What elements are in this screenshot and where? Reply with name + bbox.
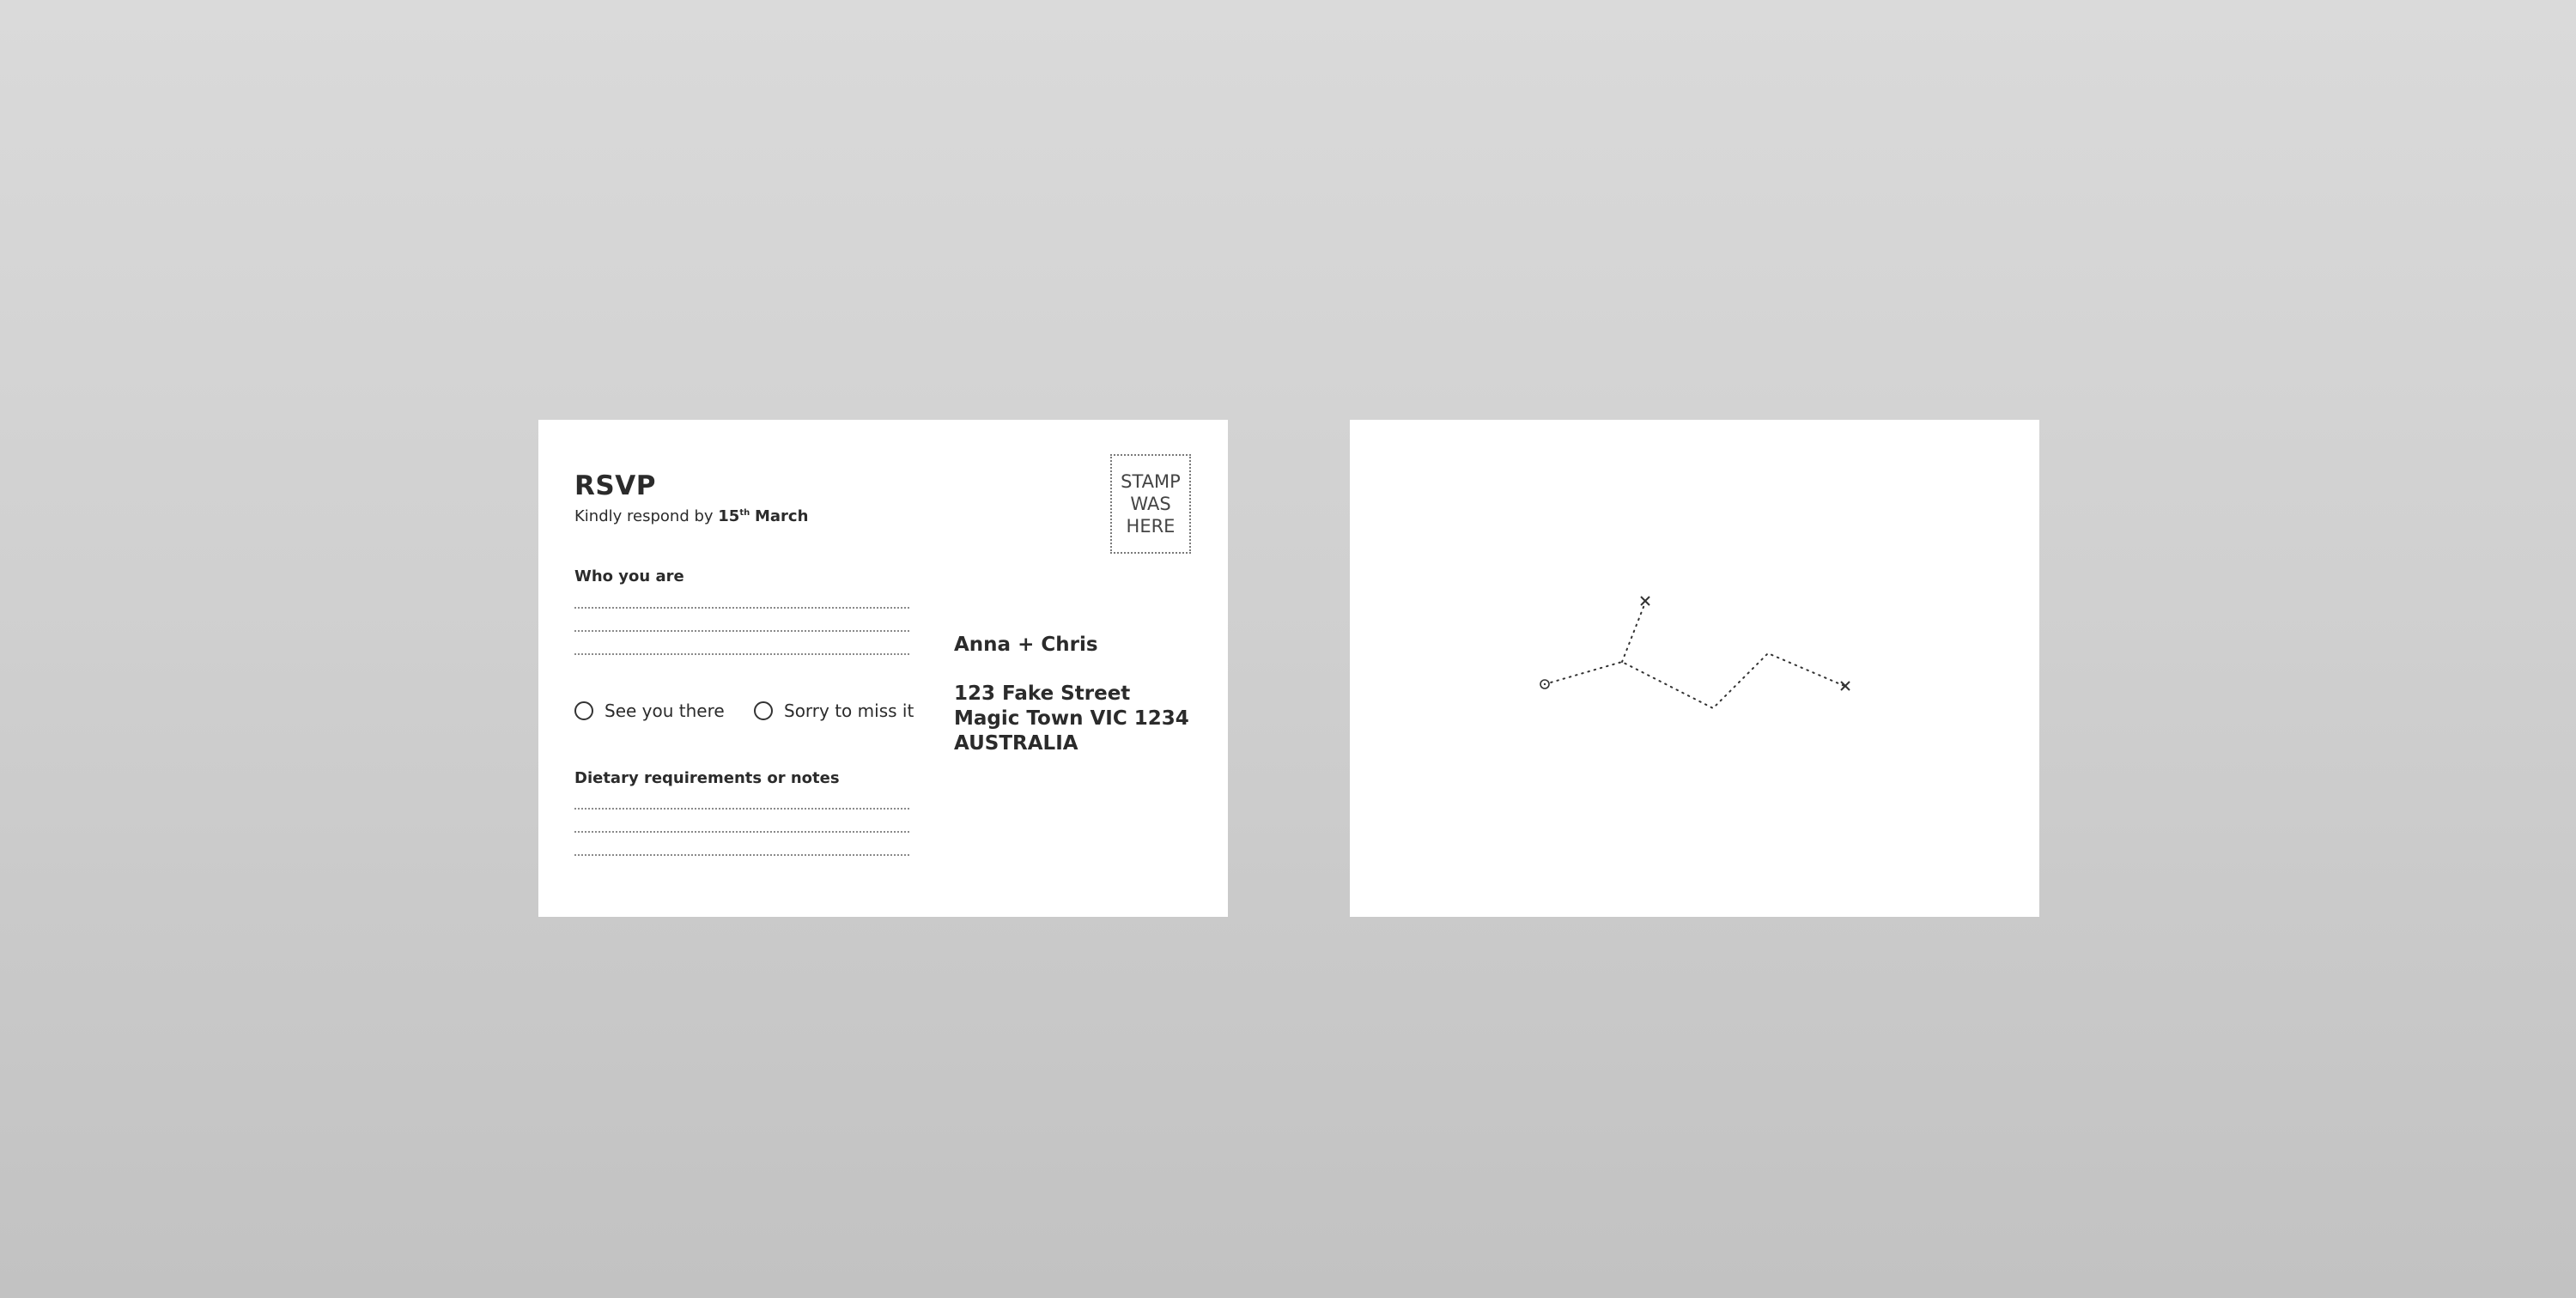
- route-path-branch: [1621, 602, 1646, 663]
- stamp-line-3: HERE: [1126, 516, 1176, 537]
- rsvp-title: RSVP: [574, 470, 656, 501]
- rsvp-card-front: RSVP Kindly respond by 15th March STAMP …: [538, 420, 1228, 917]
- respond-by-date-day: 15: [718, 507, 740, 525]
- respond-by-text: Kindly respond by 15th March: [574, 509, 808, 525]
- dietary-label: Dietary requirements or notes: [574, 769, 840, 787]
- dietary-line-1[interactable]: [574, 808, 909, 810]
- recipient-name: Anna + Chris: [954, 634, 1098, 656]
- stamp-box: STAMP WAS HERE: [1110, 454, 1191, 554]
- respond-by-date-month: March: [754, 507, 809, 525]
- route-map: [1540, 596, 1850, 710]
- attend-no-radio[interactable]: [754, 701, 773, 720]
- stamp-line-2: WAS: [1130, 494, 1171, 514]
- attend-no-option[interactable]: Sorry to miss it: [754, 701, 914, 720]
- attend-no-label: Sorry to miss it: [784, 701, 914, 721]
- address-country: AUSTRALIA: [954, 732, 1078, 755]
- respond-by-prefix: Kindly respond by: [574, 507, 714, 525]
- respond-by-date-suffix: th: [739, 508, 750, 518]
- stamp-line-1: STAMP: [1121, 471, 1181, 492]
- rsvp-card-back: [1350, 420, 2039, 917]
- start-circle-icon: [1540, 679, 1550, 689]
- address-street: 123 Fake Street: [954, 682, 1131, 705]
- who-you-are-label: Who you are: [574, 567, 684, 585]
- dietary-line-3[interactable]: [574, 854, 909, 856]
- dietary-line-2[interactable]: [574, 831, 909, 833]
- route-path-main: [1544, 652, 1845, 710]
- attend-yes-option[interactable]: See you there: [574, 701, 725, 720]
- name-line-2[interactable]: [574, 630, 909, 632]
- attend-yes-label: See you there: [605, 701, 725, 721]
- address-town: Magic Town VIC 1234: [954, 707, 1189, 730]
- name-line-3[interactable]: [574, 653, 909, 655]
- name-line-1[interactable]: [574, 607, 909, 609]
- cross-marker-icon: [1640, 596, 1650, 606]
- attend-yes-radio[interactable]: [574, 701, 593, 720]
